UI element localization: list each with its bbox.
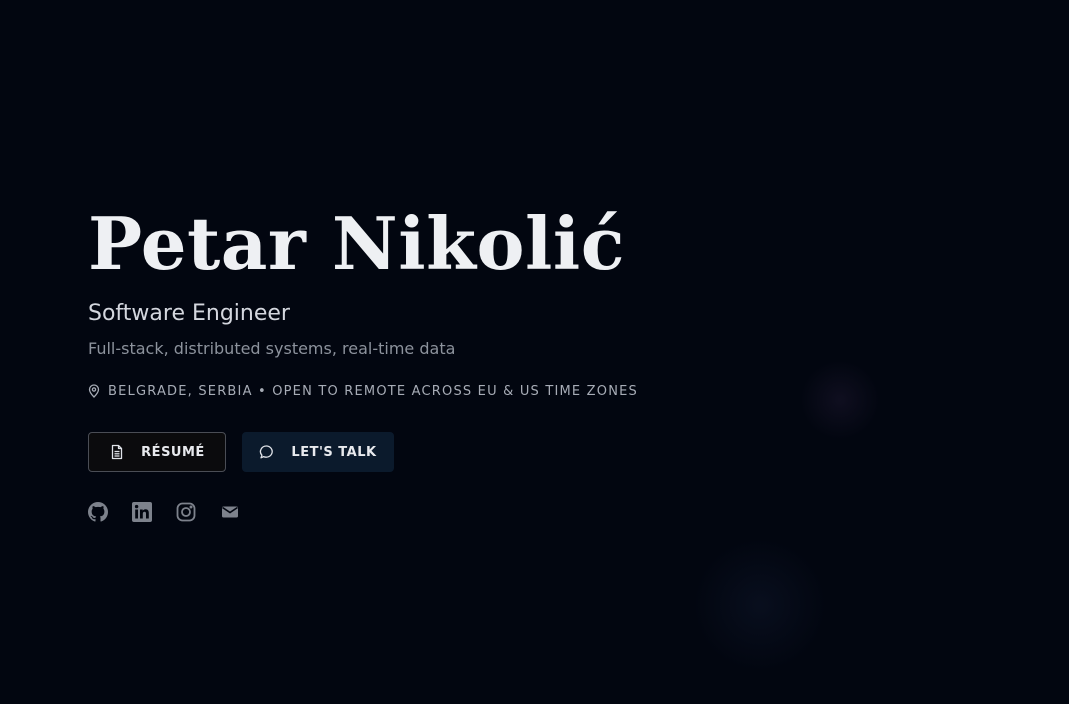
- resume-button-label: RÉSUMÉ: [141, 444, 205, 460]
- job-title: Software Engineer: [88, 301, 290, 326]
- instagram-icon: [176, 502, 196, 522]
- linkedin-link[interactable]: [132, 502, 152, 522]
- background-glow: [690, 540, 830, 670]
- lets-talk-button[interactable]: LET'S TALK: [242, 432, 394, 472]
- mail-icon: [221, 505, 239, 519]
- github-link[interactable]: [88, 502, 108, 522]
- page-title: Petar Nikolić: [88, 201, 626, 286]
- location-text: BELGRADE, SERBIA • OPEN TO REMOTE ACROSS…: [108, 383, 638, 399]
- background-glow: [800, 360, 880, 440]
- location-line: BELGRADE, SERBIA • OPEN TO REMOTE ACROSS…: [88, 382, 788, 400]
- hero-section: Petar Nikolić Software Engineer Full-sta…: [88, 200, 788, 522]
- location-pin-icon: [88, 384, 100, 398]
- lets-talk-button-label: LET'S TALK: [291, 444, 377, 460]
- action-buttons: RÉSUMÉ LET'S TALK: [88, 432, 788, 472]
- tagline: Full-stack, distributed systems, real-ti…: [88, 339, 456, 358]
- github-icon: [88, 502, 108, 522]
- social-links: [88, 502, 788, 522]
- email-link[interactable]: [220, 502, 240, 522]
- resume-button[interactable]: RÉSUMÉ: [88, 432, 226, 472]
- chat-bubble-icon: [259, 444, 275, 460]
- linkedin-icon: [132, 502, 152, 522]
- document-icon: [109, 444, 125, 460]
- instagram-link[interactable]: [176, 502, 196, 522]
